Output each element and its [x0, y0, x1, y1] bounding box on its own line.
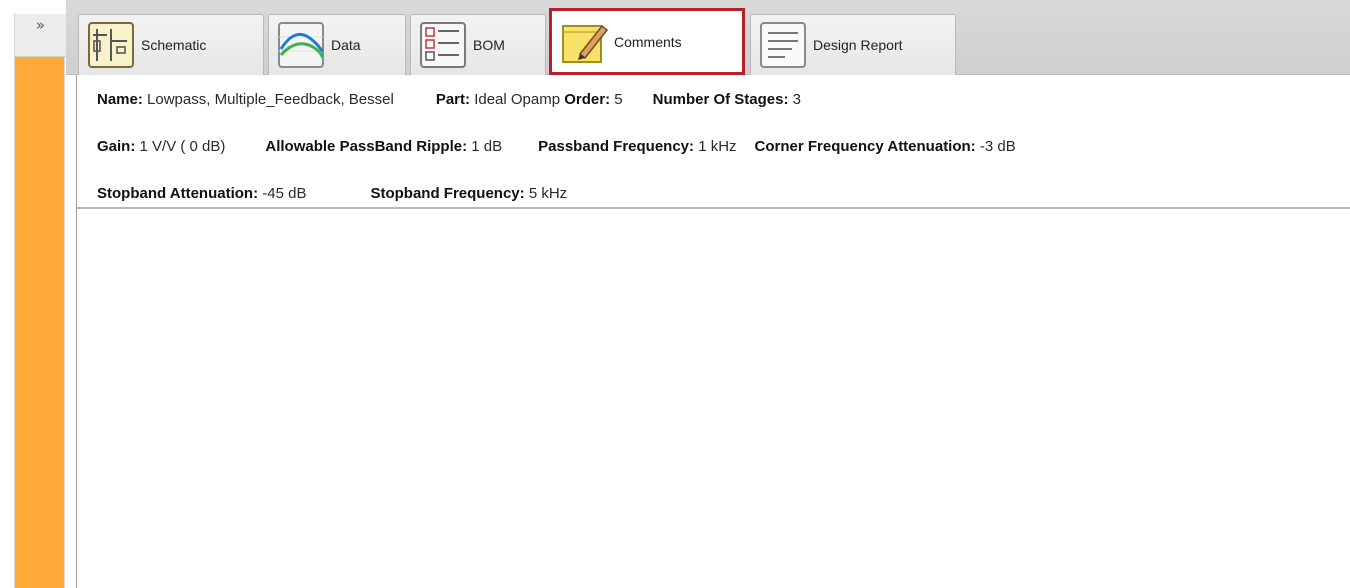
notepad-pencil-icon: [562, 24, 608, 63]
collapsed-side-panel: »: [14, 14, 66, 588]
ripple-field: Allowable PassBand Ripple: 1 dB: [265, 138, 503, 155]
parameters-row-1: Name: Lowpass, Multiple_Feedback, Bessel…: [97, 91, 801, 108]
tab-comments[interactable]: Comments: [549, 8, 745, 75]
main-area: Schematic Data BOM Comments Design Repor…: [66, 0, 1350, 588]
corner-attenuation-field: Corner Frequency Attenuation: -3 dB: [754, 138, 1016, 155]
tab-bom[interactable]: BOM: [410, 14, 546, 75]
tab-label: Design Report: [813, 37, 903, 53]
data-curve-icon: [278, 22, 324, 68]
design-parameters: Name: Lowpass, Multiple_Feedback, Bessel…: [77, 75, 1350, 209]
bom-list-icon: [420, 22, 466, 68]
app-window: » Schematic Data BOM Comments Design Rep…: [0, 0, 1350, 588]
stages-field: Number Of Stages: 3: [652, 91, 801, 108]
schematic-icon: [88, 22, 134, 68]
tab-strip: Schematic Data BOM Comments Design Repor…: [66, 0, 1350, 75]
tab-data[interactable]: Data: [268, 14, 406, 75]
stopband-frequency-field: Stopband Frequency: 5 kHz: [370, 185, 568, 202]
double-chevron-right-icon: »: [35, 16, 46, 34]
passband-frequency-field: Passband Frequency: 1 kHz: [538, 138, 737, 155]
parameters-row-3: Stopband Attenuation: -45 dB Stopband Fre…: [97, 185, 567, 202]
tab-design-report[interactable]: Design Report: [750, 14, 956, 75]
name-field: Name: Lowpass, Multiple_Feedback, Bessel: [97, 91, 394, 108]
tab-label: BOM: [473, 37, 505, 53]
tab-label: Schematic: [141, 37, 207, 53]
tab-schematic[interactable]: Schematic: [78, 14, 264, 75]
gain-field: Gain: 1 V/V ( 0 dB): [97, 138, 226, 155]
order-field: Order: 5: [564, 91, 623, 108]
parameters-row-2: Gain: 1 V/V ( 0 dB) Allowable PassBand Ri…: [97, 138, 1016, 155]
tab-label: Comments: [614, 33, 682, 50]
stopband-attenuation-field: Stopband Attenuation: -45 dB: [97, 185, 307, 202]
part-field: Part: Ideal Opamp: [435, 91, 561, 108]
comments-text-area[interactable]: [77, 211, 1350, 588]
document-report-icon: [760, 22, 806, 68]
tab-label: Data: [331, 37, 361, 53]
expand-panel-button[interactable]: »: [15, 14, 66, 57]
comments-panel: Name: Lowpass, Multiple_Feedback, Bessel…: [76, 75, 1350, 588]
